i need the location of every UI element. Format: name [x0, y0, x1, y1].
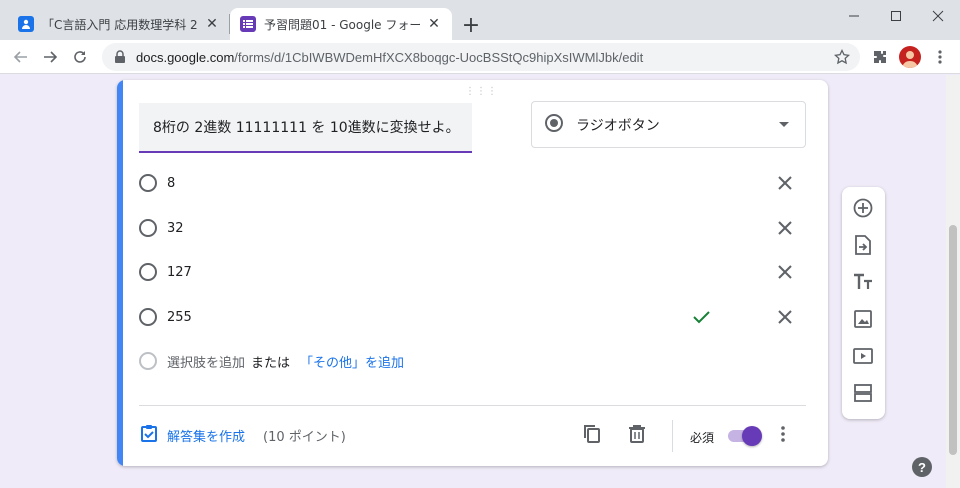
- radio-circle-icon: [139, 219, 157, 237]
- remove-option-icon[interactable]: [775, 173, 795, 193]
- tab-title: 「C言語入門 応用数理学科 2年」の: [42, 17, 198, 32]
- or-text: または: [251, 355, 291, 371]
- drag-handle-icon[interactable]: ⋮⋮⋮: [465, 86, 498, 97]
- card-divider: [139, 405, 806, 406]
- extensions-icon[interactable]: [868, 45, 892, 69]
- remove-option-icon[interactable]: [775, 307, 795, 327]
- radio-circle-icon: [139, 174, 157, 192]
- required-toggle[interactable]: [726, 426, 762, 446]
- window-close-icon[interactable]: [916, 0, 960, 32]
- import-questions-icon[interactable]: [851, 233, 875, 257]
- add-section-icon[interactable]: [851, 381, 875, 405]
- add-title-icon[interactable]: [851, 270, 875, 294]
- browser-tab-bar: 「C言語入門 応用数理学科 2年」の ✕ 予習問題01 - Google フォー…: [0, 0, 960, 40]
- tab-classroom[interactable]: 「C言語入門 応用数理学科 2年」の ✕: [8, 8, 230, 40]
- radio-button-icon: [544, 113, 564, 137]
- add-option-button[interactable]: 選択肢を追加: [167, 352, 245, 371]
- bookmark-star-icon[interactable]: [832, 47, 852, 67]
- forms-icon: [240, 16, 256, 32]
- reload-icon[interactable]: [68, 45, 92, 69]
- help-icon[interactable]: ?: [912, 457, 932, 477]
- option-text[interactable]: 127: [167, 265, 192, 280]
- address-bar[interactable]: docs.google.com/forms/d/1CbIWBWDemHfXCX8…: [102, 43, 860, 71]
- dropdown-arrow-icon: [779, 122, 789, 127]
- profile-avatar[interactable]: [899, 46, 921, 68]
- maximize-icon[interactable]: [874, 0, 918, 32]
- delete-icon[interactable]: [625, 422, 649, 446]
- scrollbar-thumb[interactable]: [949, 225, 957, 455]
- add-question-icon[interactable]: [851, 196, 875, 220]
- url-text: docs.google.com/forms/d/1CbIWBWDemHfXCX8…: [136, 50, 643, 65]
- add-video-icon[interactable]: [851, 344, 875, 368]
- required-label: 必須: [690, 431, 715, 445]
- footer-separator: [672, 420, 673, 452]
- answer-key-icon: [139, 423, 159, 447]
- new-tab-button[interactable]: +: [458, 12, 484, 38]
- tab-forms[interactable]: 予習問題01 - Google フォーム ✕: [230, 8, 452, 40]
- forms-editor-page: ⋮⋮⋮ 8桁の 2進数 11111111 を 10進数に変換せよ。 ラジオボタン…: [0, 75, 946, 488]
- add-other-link[interactable]: 「その他」を追加: [300, 352, 404, 371]
- radio-circle-icon: [139, 263, 157, 281]
- classroom-icon: [18, 16, 34, 32]
- points-label: (10 ポイント): [263, 429, 346, 445]
- more-options-icon[interactable]: [771, 422, 795, 446]
- question-type-label: ラジオボタン: [576, 117, 660, 134]
- option-row[interactable]: 32: [139, 213, 799, 243]
- tab-title: 予習問題01 - Google フォーム: [264, 17, 420, 32]
- remove-option-icon[interactable]: [775, 218, 795, 238]
- lock-icon[interactable]: [114, 50, 128, 64]
- close-tab-icon[interactable]: ✕: [426, 16, 442, 32]
- question-card[interactable]: ⋮⋮⋮ 8桁の 2進数 11111111 を 10進数に変換せよ。 ラジオボタン…: [117, 80, 828, 466]
- floating-toolbar: [842, 187, 885, 419]
- close-tab-icon[interactable]: ✕: [204, 16, 220, 32]
- correct-answer-check-icon: [691, 307, 711, 327]
- back-icon[interactable]: [9, 45, 33, 69]
- duplicate-icon[interactable]: [580, 422, 604, 446]
- answer-key-label: 解答集を作成: [167, 429, 246, 445]
- option-row[interactable]: 127: [139, 257, 799, 287]
- option-row[interactable]: 255: [139, 302, 799, 332]
- option-row[interactable]: 8: [139, 168, 799, 198]
- radio-circle-icon: [139, 352, 157, 370]
- url-host: docs.google.com: [136, 49, 235, 65]
- url-path: /forms/d/1CbIWBWDemHfXCX8boqgc-UocBSStQc…: [234, 49, 644, 65]
- option-text[interactable]: 32: [167, 221, 184, 236]
- add-option-row: 選択肢を追加 または 「その他」を追加: [139, 346, 404, 376]
- option-text[interactable]: 8: [167, 176, 175, 191]
- question-title-input[interactable]: 8桁の 2進数 11111111 を 10進数に変換せよ。: [139, 103, 472, 153]
- active-card-indicator: [117, 80, 123, 466]
- answer-key-button[interactable]: 解答集を作成 (10 ポイント): [139, 423, 346, 447]
- option-text[interactable]: 255: [167, 310, 192, 325]
- page-scrollbar[interactable]: [946, 75, 960, 488]
- radio-circle-icon: [139, 308, 157, 326]
- forward-icon[interactable]: [38, 45, 62, 69]
- remove-option-icon[interactable]: [775, 262, 795, 282]
- minimize-icon[interactable]: [832, 0, 876, 32]
- browser-toolbar: docs.google.com/forms/d/1CbIWBWDemHfXCX8…: [0, 40, 960, 74]
- toggle-knob: [742, 426, 762, 446]
- question-type-dropdown[interactable]: ラジオボタン: [531, 101, 806, 148]
- add-image-icon[interactable]: [851, 307, 875, 331]
- browser-menu-icon[interactable]: [928, 45, 952, 69]
